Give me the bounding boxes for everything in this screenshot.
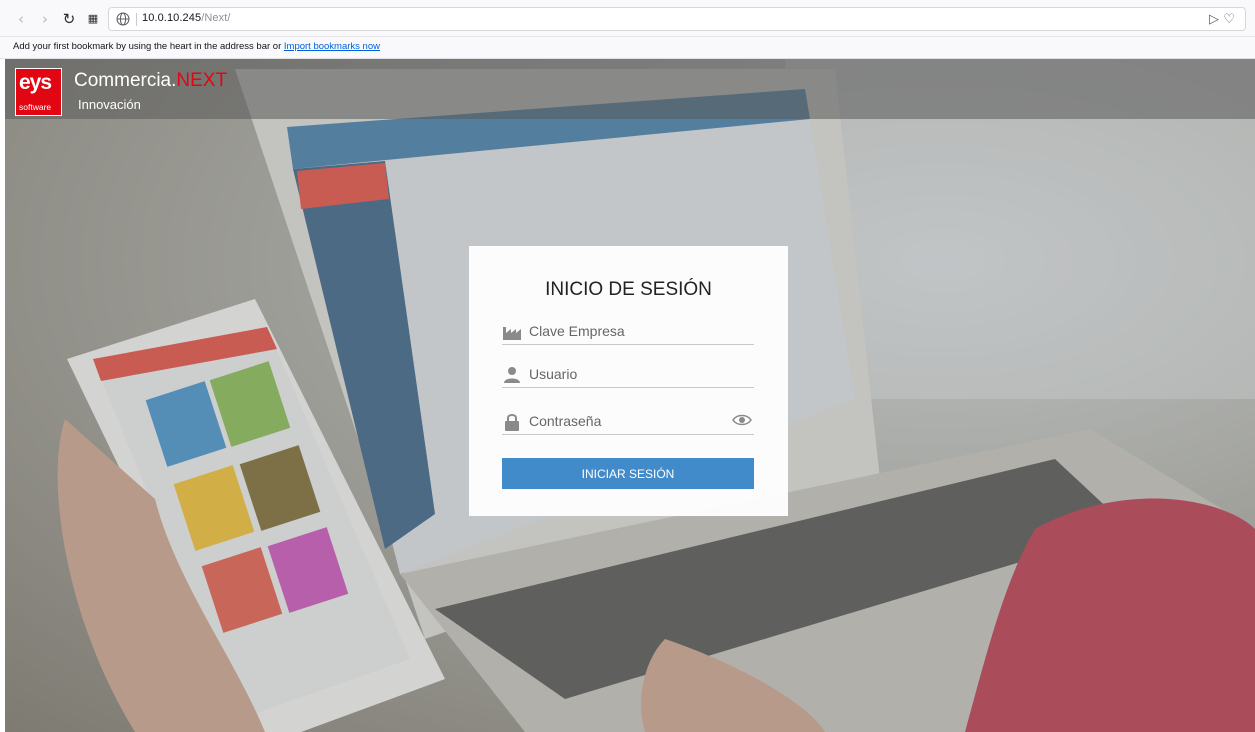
login-page: eys software Commercia.NEXT Innovación I… bbox=[5, 59, 1255, 732]
bookmark-heart-icon[interactable]: ♡ bbox=[1223, 12, 1235, 27]
login-title: INICIO DE SESIÓN bbox=[545, 279, 712, 300]
factory-icon bbox=[503, 327, 521, 340]
show-password-eye-icon[interactable] bbox=[732, 413, 752, 427]
eys-logo: eys software bbox=[15, 68, 62, 116]
username-field bbox=[502, 362, 754, 388]
url-host: 10.0.10.245 bbox=[142, 12, 202, 24]
company-key-input[interactable] bbox=[529, 321, 729, 341]
globe-icon bbox=[116, 12, 130, 26]
logo-text: eys bbox=[19, 71, 52, 94]
password-input[interactable] bbox=[529, 411, 729, 431]
brand-name: Commercia. bbox=[74, 70, 177, 91]
reader-mode-icon[interactable]: ▷ bbox=[1209, 12, 1219, 27]
browser-toolbar: ‹ › ↻ ▦ 10.0.10.245/Next/ ▷ ♡ bbox=[0, 0, 1255, 37]
login-card: INICIO DE SESIÓN INICI bbox=[469, 246, 788, 516]
url-path: /Next/ bbox=[201, 12, 231, 24]
url-text[interactable]: 10.0.10.245/Next/ bbox=[142, 12, 231, 24]
password-field bbox=[502, 409, 754, 435]
brand-title: Commercia.NEXT bbox=[74, 70, 227, 92]
address-bar[interactable]: 10.0.10.245/Next/ ▷ ♡ bbox=[108, 7, 1246, 31]
company-key-field bbox=[502, 319, 754, 345]
bookmarks-message: Add your first bookmark by using the hea… bbox=[13, 41, 282, 52]
reload-icon[interactable]: ↻ bbox=[60, 10, 78, 28]
app-header: eys software Commercia.NEXT Innovación bbox=[5, 59, 1255, 119]
lock-icon bbox=[505, 414, 519, 431]
forward-icon[interactable]: › bbox=[36, 10, 54, 28]
back-icon[interactable]: ‹ bbox=[12, 10, 30, 28]
url-separator bbox=[136, 13, 137, 26]
login-submit-button[interactable]: INICIAR SESIÓN bbox=[502, 458, 754, 489]
extensions-grid-icon[interactable]: ▦ bbox=[84, 10, 102, 28]
brand-suffix: NEXT bbox=[176, 70, 228, 91]
username-input[interactable] bbox=[529, 364, 729, 384]
bookmarks-bar: Add your first bookmark by using the hea… bbox=[0, 37, 1255, 59]
brand-tagline: Innovación bbox=[78, 97, 141, 112]
user-icon bbox=[504, 367, 520, 383]
import-bookmarks-link[interactable]: Import bookmarks now bbox=[284, 41, 380, 52]
logo-subtext: software bbox=[19, 102, 52, 112]
